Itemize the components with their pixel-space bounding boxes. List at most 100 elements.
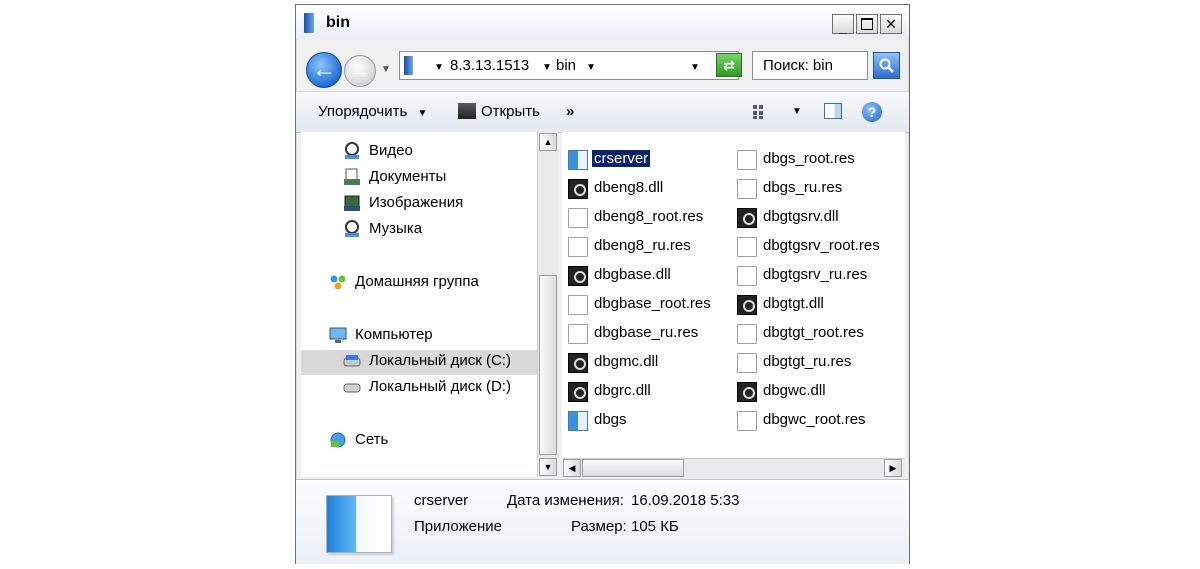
file-item[interactable]: dbgtgsrv.dll: [737, 206, 902, 231]
help-icon: ?: [862, 102, 882, 122]
file-icon: [737, 324, 757, 344]
help-button[interactable]: ?: [862, 102, 882, 122]
dll-file-icon: [568, 179, 588, 199]
scroll-left-button[interactable]: ◀: [563, 459, 581, 477]
title-bar[interactable]: bin _ ✕: [296, 5, 909, 39]
window-title: bin: [326, 14, 350, 31]
file-item[interactable]: dbgbase_ru.res: [568, 322, 728, 347]
folder-bookmark-icon: [404, 56, 413, 75]
breadcrumb-bin-chevron[interactable]: ▼: [586, 57, 596, 74]
file-item[interactable]: dbgrc.dll: [568, 380, 728, 405]
file-icon: [568, 295, 588, 315]
file-name: dbgtgsrv_ru.res: [763, 266, 868, 283]
network-icon: [329, 431, 347, 449]
file-name: dbgs_root.res: [763, 150, 855, 167]
organize-button[interactable]: Упорядочить ▼: [318, 103, 427, 120]
address-history-dropdown[interactable]: ▼: [690, 57, 700, 74]
back-button[interactable]: ←: [306, 52, 342, 88]
drive-icon: [343, 378, 361, 396]
file-name: dbgrc.dll: [594, 382, 651, 399]
command-bar: Упорядочить ▼ Открыть » ▼ ?: [296, 91, 909, 133]
open-button[interactable]: Открыть: [458, 103, 540, 120]
view-dropdown-chevron-icon[interactable]: ▼: [792, 106, 802, 117]
nav-item-label: Сеть: [355, 431, 389, 448]
file-name: dbgbase_root.res: [594, 295, 711, 312]
file-item[interactable]: dbgtgt_ru.res: [737, 351, 902, 376]
file-item[interactable]: dbgwc.dll: [737, 380, 902, 405]
preview-pane-button[interactable]: [824, 103, 842, 123]
file-item[interactable]: dbgmc.dll: [568, 351, 728, 376]
close-button[interactable]: ✕: [880, 14, 902, 34]
file-item-crserver[interactable]: crserver: [568, 148, 728, 173]
file-item[interactable]: dbgtgt.dll: [737, 293, 902, 318]
more-commands-button[interactable]: »: [566, 103, 574, 120]
scroll-up-button[interactable]: ▲: [539, 133, 557, 151]
nav-item-pictures[interactable]: Изображения: [343, 192, 533, 217]
file-list-scrollbar[interactable]: ◀ ▶: [562, 458, 905, 478]
view-options-button[interactable]: [752, 104, 770, 124]
nav-item-network[interactable]: Сеть: [329, 429, 533, 454]
scroll-down-button[interactable]: ▼: [539, 458, 557, 476]
file-name: dbgwc_root.res: [763, 411, 866, 428]
magnifier-icon: [879, 58, 894, 73]
application-icon: [568, 411, 588, 431]
forward-button[interactable]: →: [344, 55, 376, 87]
file-name: dbgtgsrv_root.res: [763, 237, 880, 254]
search-button[interactable]: [873, 52, 900, 79]
organize-label: Упорядочить: [318, 103, 408, 120]
nav-item-homegroup[interactable]: Домашняя группа: [329, 271, 533, 296]
application-icon: [568, 150, 588, 170]
file-item[interactable]: dbeng8_root.res: [568, 206, 728, 231]
dll-file-icon: [568, 353, 588, 373]
scroll-thumb[interactable]: [539, 275, 557, 455]
breadcrumb-root-chevron[interactable]: ▼: [434, 57, 444, 74]
file-item[interactable]: dbgtgsrv_ru.res: [737, 264, 902, 289]
file-item[interactable]: dbgs: [568, 409, 728, 434]
file-item[interactable]: dbeng8.dll: [568, 177, 728, 202]
nav-item-drive-d[interactable]: Локальный диск (D:): [343, 376, 533, 401]
navigation-pane-scrollbar[interactable]: ▲ ▼: [537, 132, 558, 477]
nav-item-documents[interactable]: Документы: [343, 166, 533, 191]
breadcrumb-version[interactable]: 8.3.13.1513: [450, 57, 529, 74]
details-file-name: crserver: [414, 492, 469, 509]
minimize-button[interactable]: _: [832, 14, 854, 35]
file-name: dbeng8.dll: [594, 179, 664, 196]
preview-pane-icon: [824, 103, 842, 119]
nav-item-music[interactable]: Музыка: [343, 218, 533, 243]
breadcrumb-version-chevron[interactable]: ▼: [542, 57, 552, 74]
dll-file-icon: [568, 266, 588, 286]
refresh-button[interactable]: ⇄: [716, 53, 742, 77]
address-bar[interactable]: ▼ 8.3.13.1513 ▼ bin ▼ ▼: [399, 51, 739, 80]
file-name: dbgbase.dll: [594, 266, 671, 283]
file-icon: [568, 208, 588, 228]
breadcrumb-bin[interactable]: bin: [556, 57, 576, 74]
nav-item-label: Документы: [369, 168, 447, 185]
file-name: dbgs: [594, 411, 627, 428]
scroll-thumb[interactable]: [582, 459, 684, 477]
file-name: dbgtgt_ru.res: [763, 353, 852, 370]
file-item[interactable]: dbeng8_ru.res: [568, 235, 728, 260]
recent-pages-dropdown[interactable]: ▼: [381, 64, 391, 75]
file-item[interactable]: dbgs_ru.res: [737, 177, 902, 202]
folder-bookmark-icon: [304, 13, 314, 33]
file-item[interactable]: dbgtgt_root.res: [737, 322, 902, 347]
file-item[interactable]: dbgwc_root.res: [737, 409, 902, 434]
scroll-right-button[interactable]: ▶: [884, 459, 902, 477]
search-input[interactable]: Поиск: bin: [752, 51, 868, 80]
nav-item-label: Локальный диск (D:): [369, 378, 511, 395]
dll-file-icon: [568, 382, 588, 402]
details-size-label: Размер:: [571, 518, 627, 535]
details-modified-value: 16.09.2018 5:33: [631, 492, 740, 509]
file-name: dbgtgt.dll: [763, 295, 824, 312]
file-name: dbgs_ru.res: [763, 179, 843, 196]
file-item[interactable]: dbgbase.dll: [568, 264, 728, 289]
file-item[interactable]: dbgs_root.res: [737, 148, 902, 173]
maximize-button[interactable]: [856, 14, 878, 34]
nav-item-label: Изображения: [369, 194, 464, 211]
nav-item-drive-c[interactable]: Локальный диск (C:): [301, 350, 537, 375]
nav-item-computer[interactable]: Компьютер: [329, 324, 533, 349]
file-item[interactable]: dbgtgsrv_root.res: [737, 235, 902, 260]
dll-file-icon: [737, 208, 757, 228]
nav-item-video[interactable]: Видео: [343, 140, 533, 165]
file-item[interactable]: dbgbase_root.res: [568, 293, 728, 318]
